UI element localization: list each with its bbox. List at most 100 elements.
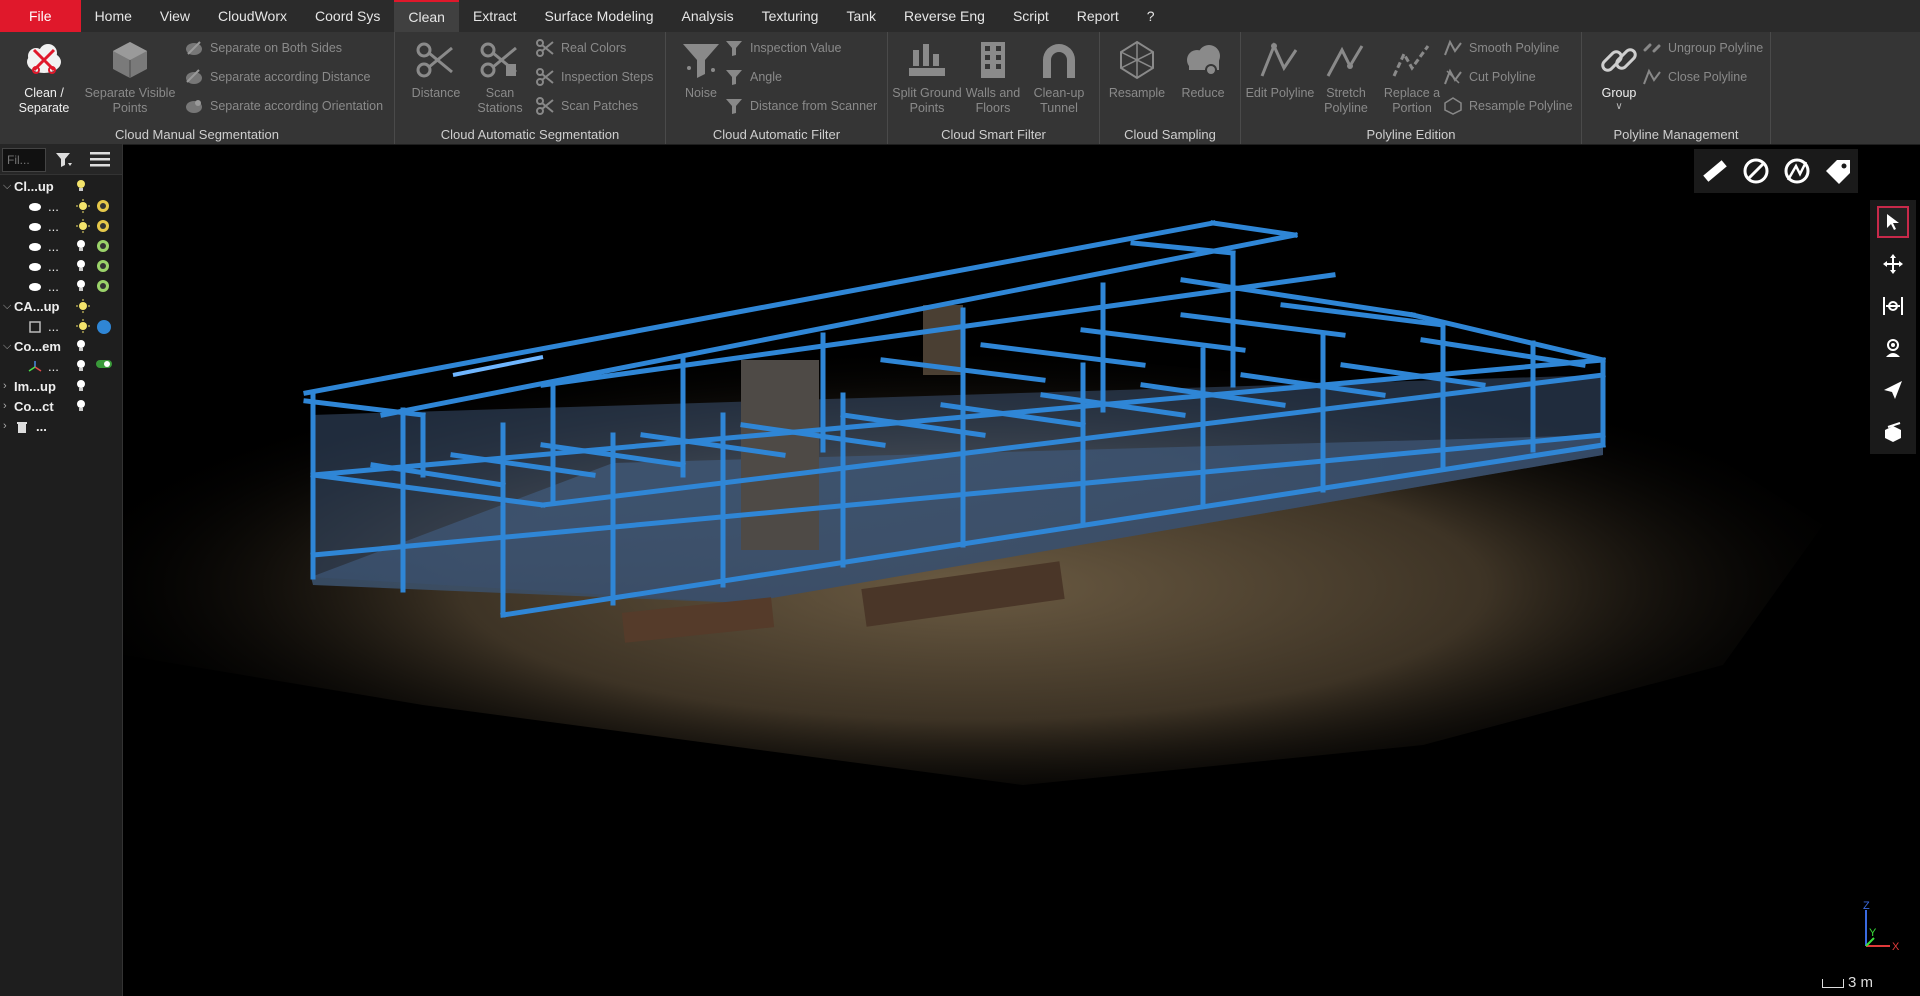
resample-polyline-button[interactable]: Resample Polyline bbox=[1443, 95, 1573, 117]
color-wheel-icon[interactable] bbox=[96, 219, 110, 233]
separate-visible-points-button[interactable]: Separate Visible Points bbox=[80, 36, 180, 116]
angle-button[interactable]: Angle bbox=[724, 66, 782, 88]
chevron-down-icon[interactable]: ∨ bbox=[1584, 101, 1654, 113]
chevron-right-icon[interactable]: › bbox=[3, 400, 11, 412]
menu-reverse-eng[interactable]: Reverse Eng bbox=[890, 0, 999, 32]
menu-clean[interactable]: Clean bbox=[394, 0, 459, 32]
select-tool-button[interactable] bbox=[1877, 206, 1909, 238]
color-wheel-icon[interactable] bbox=[96, 259, 110, 273]
walk-mode-button[interactable] bbox=[1877, 332, 1909, 364]
color-wheel-icon[interactable] bbox=[96, 239, 110, 253]
angle-measure-icon[interactable] bbox=[1741, 156, 1771, 186]
lightbulb-icon[interactable] bbox=[76, 339, 86, 353]
tree-label: ... bbox=[48, 219, 59, 234]
menu-coord-sys[interactable]: Coord Sys bbox=[301, 0, 394, 32]
chevron-right-icon[interactable]: › bbox=[3, 380, 11, 392]
zoom-extents-button[interactable] bbox=[1877, 290, 1909, 322]
color-wheel-icon[interactable] bbox=[96, 279, 110, 293]
menu-analysis[interactable]: Analysis bbox=[668, 0, 748, 32]
cube-icon bbox=[113, 42, 147, 78]
separate-distance-button[interactable]: Separate according Distance bbox=[184, 66, 371, 88]
lightbulb-icon[interactable] bbox=[76, 239, 86, 253]
edit-polyline-button[interactable]: Edit Polyline bbox=[1245, 36, 1315, 101]
lightbulb-icon[interactable] bbox=[76, 179, 86, 193]
color-wheel-icon[interactable] bbox=[96, 199, 110, 213]
sun-icon[interactable] bbox=[76, 299, 90, 313]
clipping-box-button[interactable] bbox=[1877, 416, 1909, 448]
tree-row[interactable]: › Co...ct bbox=[0, 397, 122, 417]
color-dot-icon[interactable] bbox=[96, 319, 112, 335]
pan-tool-button[interactable] bbox=[1877, 248, 1909, 280]
separate-orientation-button[interactable]: Separate according Orientation bbox=[184, 95, 383, 117]
sun-icon[interactable] bbox=[76, 219, 90, 233]
tree-row[interactable]: ... bbox=[0, 217, 122, 237]
tree-row[interactable]: ... bbox=[0, 317, 122, 337]
menu-view[interactable]: View bbox=[146, 0, 204, 32]
resample-button[interactable]: Resample bbox=[1102, 36, 1172, 101]
clean-separate-button[interactable]: Clean / Separate bbox=[9, 36, 79, 116]
replace-portion-button[interactable]: Replace a Portion bbox=[1377, 36, 1447, 116]
inspection-value-button[interactable]: Inspection Value bbox=[724, 37, 842, 59]
tag-icon[interactable] bbox=[1823, 156, 1853, 186]
toggle-icon[interactable] bbox=[96, 359, 112, 369]
tree-row[interactable]: ⌵ Co...em bbox=[0, 337, 122, 357]
close-polyline-button[interactable]: Close Polyline bbox=[1642, 66, 1747, 88]
chevron-down-icon[interactable]: ⌵ bbox=[3, 180, 11, 193]
ruler-icon[interactable] bbox=[1700, 156, 1730, 186]
fly-mode-button[interactable] bbox=[1877, 374, 1909, 406]
scan-stations-button[interactable]: Scan Stations bbox=[465, 36, 535, 116]
tree-row[interactable]: ... bbox=[0, 257, 122, 277]
menu-texturing[interactable]: Texturing bbox=[748, 0, 833, 32]
sun-icon[interactable] bbox=[76, 199, 90, 213]
tree-row[interactable]: › ... bbox=[0, 417, 122, 437]
tree-row[interactable]: ... bbox=[0, 277, 122, 297]
stretch-polyline-button[interactable]: Stretch Polyline bbox=[1311, 36, 1381, 116]
menu-file[interactable]: File bbox=[0, 0, 81, 32]
distance-button[interactable]: Distance bbox=[401, 36, 471, 101]
scan-patches-button[interactable]: Scan Patches bbox=[535, 95, 638, 117]
lightbulb-icon[interactable] bbox=[76, 259, 86, 273]
reduce-button[interactable]: Reduce bbox=[1168, 36, 1238, 101]
tree-row[interactable]: ... bbox=[0, 197, 122, 217]
menu-home[interactable]: Home bbox=[81, 0, 146, 32]
tree-row[interactable]: ⌵ Cl...up bbox=[0, 177, 122, 197]
separate-both-sides-button[interactable]: Separate on Both Sides bbox=[184, 37, 342, 59]
clean-separate-label: Clean / Separate bbox=[18, 86, 70, 115]
tree-row[interactable]: ⌵ CA...up bbox=[0, 297, 122, 317]
inspection-steps-button[interactable]: Inspection Steps bbox=[535, 66, 653, 88]
chevron-down-icon[interactable]: ⌵ bbox=[3, 300, 11, 313]
menu-script[interactable]: Script bbox=[999, 0, 1063, 32]
tree-filter-input[interactable] bbox=[2, 148, 46, 172]
menu-surface-modeling[interactable]: Surface Modeling bbox=[531, 0, 668, 32]
group-label: Cloud Manual Segmentation bbox=[114, 127, 280, 142]
cleanup-tunnel-button[interactable]: Clean-up Tunnel bbox=[1024, 36, 1094, 116]
lightbulb-icon[interactable] bbox=[76, 379, 86, 393]
menu-icon[interactable] bbox=[88, 149, 112, 169]
smooth-polyline-label: Smooth Polyline bbox=[1469, 41, 1560, 55]
menu-extract[interactable]: Extract bbox=[459, 0, 531, 32]
menu-report[interactable]: Report bbox=[1063, 0, 1133, 32]
tree-row[interactable]: ... bbox=[0, 237, 122, 257]
distance-measure-icon[interactable] bbox=[1782, 156, 1812, 186]
real-colors-button[interactable]: Real Colors bbox=[535, 37, 626, 59]
smooth-polyline-button[interactable]: Smooth Polyline bbox=[1443, 37, 1559, 59]
menu-help[interactable]: ? bbox=[1133, 0, 1169, 32]
cut-polyline-button[interactable]: Cut Polyline bbox=[1443, 66, 1536, 88]
menu-bar: File Home View CloudWorx Coord Sys Clean… bbox=[0, 0, 1920, 32]
lightbulb-icon[interactable] bbox=[76, 399, 86, 413]
filter-icon[interactable] bbox=[54, 150, 74, 170]
sun-icon[interactable] bbox=[76, 319, 90, 333]
lightbulb-icon[interactable] bbox=[76, 279, 86, 293]
tree-row[interactable]: ... bbox=[0, 357, 122, 377]
chevron-down-icon[interactable]: ⌵ bbox=[3, 340, 11, 353]
menu-tank[interactable]: Tank bbox=[832, 0, 890, 32]
chevron-right-icon[interactable]: › bbox=[3, 420, 11, 432]
split-ground-points-button[interactable]: Split Ground Points bbox=[892, 36, 962, 116]
walls-floors-button[interactable]: Walls and Floors bbox=[958, 36, 1028, 116]
menu-cloudworx[interactable]: CloudWorx bbox=[204, 0, 301, 32]
ungroup-polyline-button[interactable]: Ungroup Polyline bbox=[1642, 37, 1763, 59]
lightbulb-icon[interactable] bbox=[76, 359, 86, 373]
3d-viewport[interactable] bbox=[123, 145, 1920, 996]
distance-from-scanner-button[interactable]: Distance from Scanner bbox=[724, 95, 877, 117]
tree-row[interactable]: › Im...up bbox=[0, 377, 122, 397]
